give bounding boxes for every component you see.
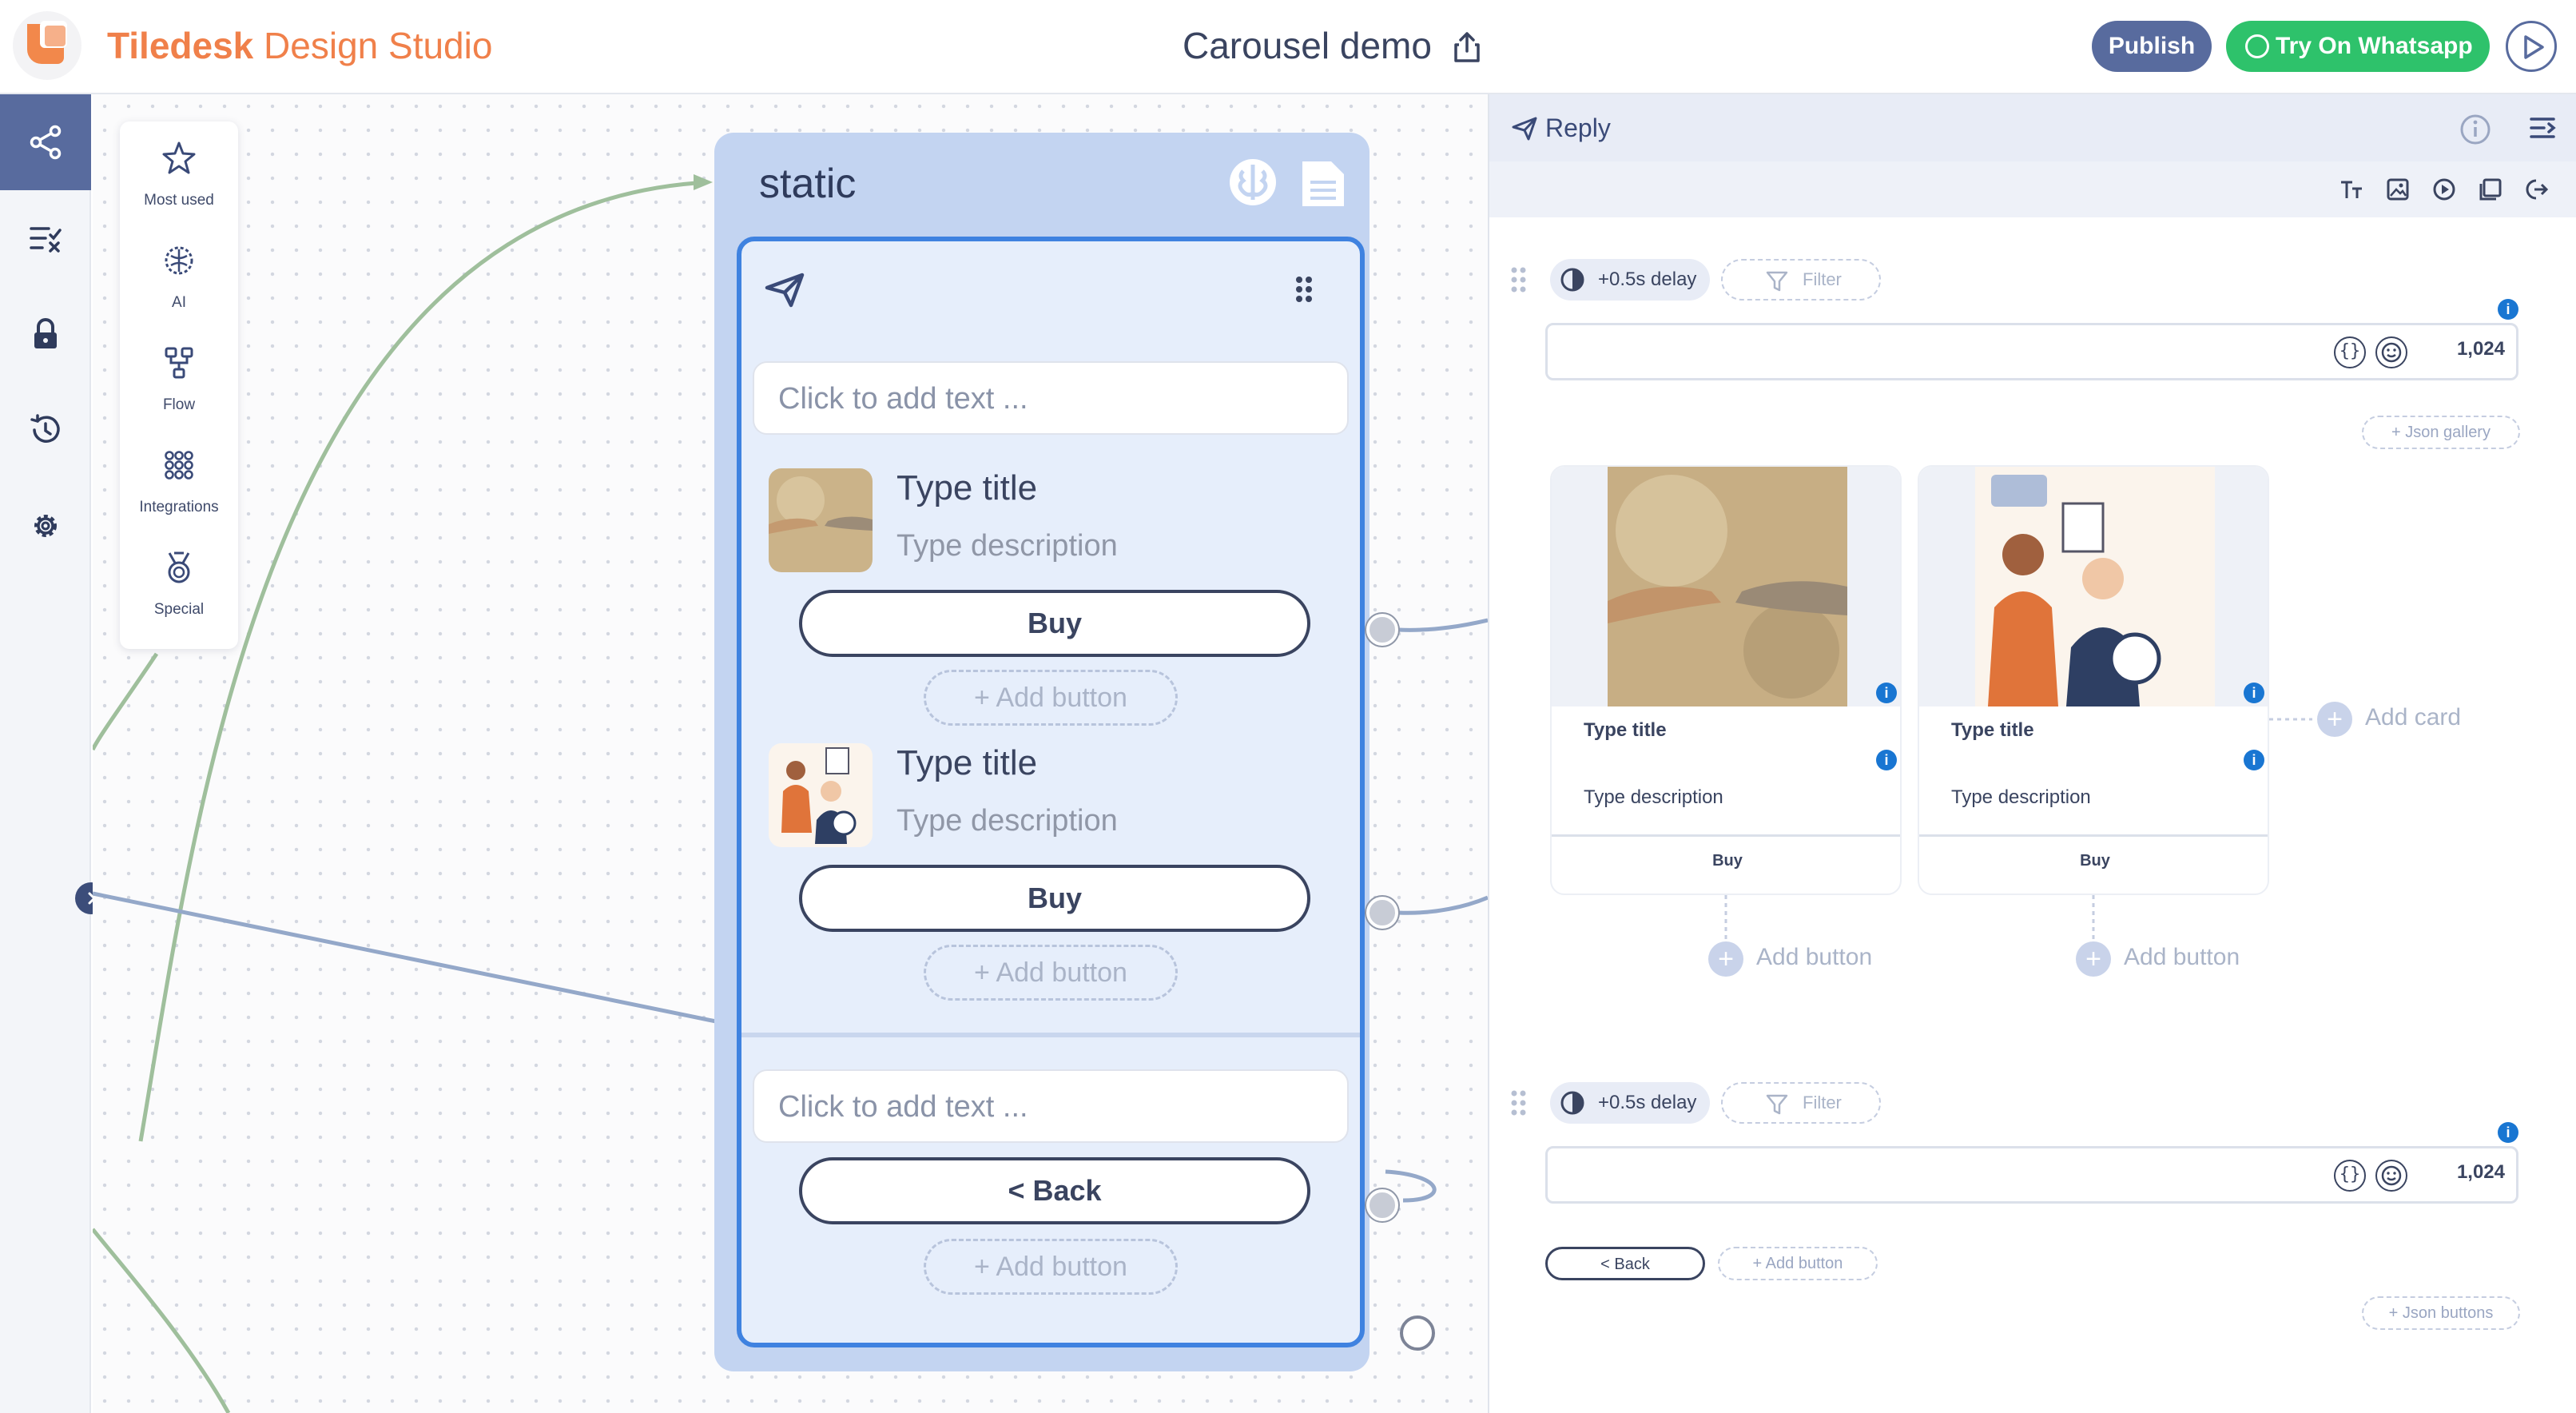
send-icon <box>765 273 805 308</box>
palette-label: Integrations <box>139 499 219 515</box>
smiley-icon <box>2381 1165 2402 1186</box>
add-button-link[interactable]: Add button <box>2124 944 2240 971</box>
drag-handle-icon[interactable] <box>1510 1089 1528 1117</box>
message-text-field[interactable]: {} 1,024 <box>1545 1146 2518 1204</box>
app-title: Tiledesk Design Studio <box>107 25 493 66</box>
whatsapp-button-label: Try On Whatsapp <box>2276 33 2473 59</box>
sidebar-item-security[interactable] <box>0 286 91 382</box>
document-icon[interactable] <box>1299 158 1347 209</box>
back-button[interactable]: < Back <box>1545 1247 1705 1280</box>
gallery-card[interactable]: Type title Type description <box>769 468 1344 588</box>
card-title[interactable]: Type title <box>896 743 1037 783</box>
palette-most-used[interactable]: Most used <box>120 129 238 232</box>
flow-canvas[interactable]: Most used AI Flow Integrations Special s… <box>93 94 1488 1413</box>
braces-icon: {} <box>2339 1164 2361 1184</box>
flow-title[interactable]: Carousel demo <box>1183 24 1432 67</box>
share-nodes-icon <box>30 125 62 160</box>
flow-block-static[interactable]: static Click to add text ... Type title … <box>714 133 1369 1371</box>
add-button-icon[interactable]: + <box>1708 941 1743 977</box>
palette-flow[interactable]: Flow <box>120 334 238 436</box>
left-sidebar <box>0 94 107 1413</box>
info-badge[interactable]: i <box>2498 1122 2518 1143</box>
add-button[interactable]: + Add button <box>924 670 1178 726</box>
reply-detail-panel: Reply +0.5s delay Filter i {} 1,024 + Js… <box>1488 94 2576 1413</box>
drag-handle-icon[interactable] <box>1294 275 1314 304</box>
palette-special[interactable]: Special <box>120 539 238 641</box>
add-button-icon[interactable]: + <box>2076 941 2111 977</box>
history-icon <box>30 414 60 443</box>
sidebar-item-flows[interactable] <box>0 94 91 190</box>
block-palette: Most used AI Flow Integrations Special <box>120 121 238 649</box>
sidebar-item-settings[interactable] <box>0 478 91 574</box>
palette-label: AI <box>172 294 186 311</box>
add-button[interactable]: + Add button <box>924 945 1178 1001</box>
play-icon <box>2524 35 2544 59</box>
add-button[interactable]: + Add button <box>924 1239 1178 1295</box>
variables-button[interactable]: {} <box>2334 1160 2366 1192</box>
palette-label: Flow <box>162 396 196 413</box>
palette-label: Special <box>153 601 205 618</box>
share-icon[interactable] <box>1451 30 1483 64</box>
message-controls: +0.5s delay Filter <box>1489 1082 2576 1130</box>
palette-integrations[interactable]: Integrations <box>120 436 238 539</box>
add-card-link[interactable]: Add card <box>2365 704 2461 731</box>
brain-icon[interactable] <box>1227 157 1278 208</box>
palette-ai[interactable]: AI <box>120 232 238 334</box>
integrations-grid-icon <box>165 451 193 480</box>
add-button[interactable]: + Add button <box>1718 1247 1878 1280</box>
ai-brain-icon <box>165 246 193 275</box>
connector-port[interactable] <box>1366 614 1398 646</box>
json-buttons-button[interactable]: + Json buttons <box>2362 1296 2520 1330</box>
publish-button[interactable]: Publish <box>2092 21 2212 72</box>
medal-icon <box>168 551 190 583</box>
delay-pill[interactable]: +0.5s delay <box>1550 1082 1710 1124</box>
text-message-input[interactable]: Click to add text ... <box>753 361 1349 435</box>
card-image-hands <box>769 468 873 572</box>
card-title[interactable]: Type title <box>896 468 1037 508</box>
tiledesk-logo[interactable] <box>13 11 81 80</box>
whatsapp-icon <box>2245 34 2269 58</box>
delay-label: +0.5s delay <box>1598 1092 1697 1113</box>
sidebar-item-history[interactable] <box>0 382 91 478</box>
block-out-port[interactable] <box>1400 1315 1435 1351</box>
card-description[interactable]: Type description <box>896 529 1118 563</box>
buy-button[interactable]: Buy <box>799 865 1310 932</box>
divider <box>741 1033 1360 1037</box>
sidebar-item-checklist[interactable] <box>0 190 91 286</box>
dotted-connectors <box>1724 718 2312 951</box>
send-reply-action[interactable]: Click to add text ... Type title Type de… <box>737 237 1365 1347</box>
buy-button[interactable]: Buy <box>799 590 1310 657</box>
filter-icon <box>1766 1094 1788 1115</box>
text-message-input[interactable]: Click to add text ... <box>753 1069 1349 1143</box>
try-on-whatsapp-button[interactable]: Try On Whatsapp <box>2226 21 2490 72</box>
filter-pill[interactable]: Filter <box>1721 1082 1881 1124</box>
character-counter: 1,024 <box>2456 1161 2505 1183</box>
checklist-icon <box>30 227 62 253</box>
block-title[interactable]: static <box>759 160 856 208</box>
card-description[interactable]: Type description <box>896 804 1118 838</box>
connector-port[interactable] <box>1366 1189 1398 1221</box>
add-button-link[interactable]: Add button <box>1756 944 1872 971</box>
connector-port[interactable] <box>1366 897 1398 929</box>
palette-label: Most used <box>144 192 214 209</box>
flow-icon <box>165 347 193 379</box>
lock-icon <box>34 318 57 348</box>
filter-label: Filter <box>1803 1093 1842 1112</box>
play-button[interactable] <box>2506 21 2557 72</box>
emoji-button[interactable] <box>2375 1160 2407 1192</box>
gallery-card[interactable]: Type title Type description <box>769 743 1344 863</box>
star-icon <box>162 141 196 174</box>
timer-icon <box>1560 1091 1584 1115</box>
card-image-people <box>769 743 873 847</box>
top-header: Tiledesk Design Studio Carousel demo Pub… <box>0 0 2576 94</box>
gear-icon <box>34 515 57 537</box>
back-button[interactable]: < Back <box>799 1157 1310 1224</box>
add-card-icon[interactable]: + <box>2317 702 2352 737</box>
